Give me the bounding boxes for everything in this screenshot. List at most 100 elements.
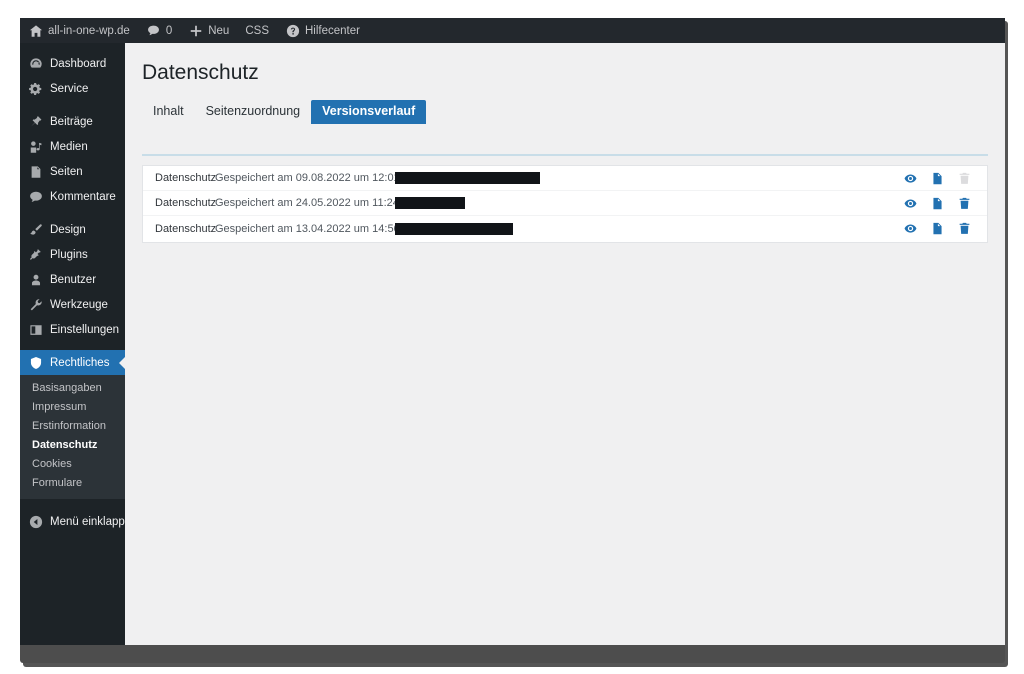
menu-separator (20, 101, 125, 109)
dashboard-gauge-icon (28, 56, 43, 71)
sidebar-item-benutzer[interactable]: Benutzer (20, 267, 125, 292)
tab-underline (142, 154, 988, 156)
page-title: Datenschutz (142, 61, 259, 84)
version-history-table: Datenschutz Gespeichert am 09.08.2022 um… (142, 165, 988, 243)
row-date: Gespeichert am 13.04.2022 um 14:56 Uhr (215, 222, 421, 235)
trash-icon (958, 172, 971, 185)
sidebar-item-design[interactable]: Design (20, 217, 125, 242)
trash-icon[interactable] (958, 197, 971, 210)
sidebar-item-seiten[interactable]: Seiten (20, 159, 125, 184)
eye-icon[interactable] (904, 222, 917, 235)
sidebar-item-einstellungen[interactable]: Einstellungen (20, 317, 125, 342)
redacted-bar (395, 172, 540, 184)
redacted-bar (395, 222, 513, 235)
sidebar-item-label: Einstellungen (50, 323, 120, 336)
sidebar-item-rechtliches[interactable]: Rechtliches (20, 350, 125, 375)
home-icon (28, 23, 43, 38)
media-icon (28, 139, 43, 154)
sidebar-item-medien[interactable]: Medien (20, 134, 125, 159)
sidebar-item-dashboard[interactable]: Dashboard (20, 51, 125, 76)
sidebar-item-label: Kommentare (50, 190, 116, 203)
collapse-menu-button[interactable]: Menü einklappen (20, 509, 138, 535)
table-row[interactable]: Datenschutz Gespeichert am 09.08.2022 um… (143, 166, 987, 191)
submenu-item-formulare[interactable]: Formulare (20, 474, 125, 493)
submenu-item-cookies[interactable]: Cookies (20, 455, 125, 474)
plug-icon (28, 247, 43, 262)
row-redacted-cell (395, 197, 904, 209)
wp-admin-bar: all-in-one-wp.de 0 Neu CSS Hilfecenter (20, 18, 1005, 43)
wrench-icon (28, 297, 43, 312)
sidebar-item-kommentare[interactable]: Kommentare (20, 184, 125, 209)
row-name: Datenschutz (155, 197, 217, 209)
sidebar-item-plugins[interactable]: Plugins (20, 242, 125, 267)
pin-icon (28, 114, 43, 129)
sidebar-item-service[interactable]: Service (20, 76, 125, 101)
page-icon (28, 164, 43, 179)
tab-seitenzuordnung[interactable]: Seitenzuordnung (195, 100, 312, 124)
adminbar-site-label: all-in-one-wp.de (48, 24, 130, 37)
gear-icon (28, 81, 43, 96)
shield-icon (28, 355, 43, 370)
adminbar-site-name[interactable]: all-in-one-wp.de (20, 18, 138, 43)
main-content: Datenschutz Inhalt Seitenzuordnung Versi… (125, 43, 1005, 645)
tab-versionsverlauf[interactable]: Versionsverlauf (311, 100, 427, 125)
trash-icon[interactable] (958, 222, 971, 235)
menu-spacer (20, 43, 125, 51)
adminbar-css[interactable]: CSS (237, 18, 277, 43)
comment-bubble-icon (28, 189, 43, 204)
sidebar-item-label: Medien (50, 140, 88, 153)
sidebar-item-label: Werkzeuge (50, 298, 108, 311)
paintbrush-icon (28, 222, 43, 237)
tab-inhalt[interactable]: Inhalt (142, 100, 195, 124)
submenu-item-basisangaben[interactable]: Basisangaben (20, 379, 125, 398)
redacted-bar (395, 197, 465, 209)
sidebar-item-beitraege[interactable]: Beiträge (20, 109, 125, 134)
table-row[interactable]: Datenschutz Gespeichert am 13.04.2022 um… (143, 216, 987, 241)
menu-separator (20, 209, 125, 217)
row-actions (904, 172, 987, 185)
adminbar-comments[interactable]: 0 (138, 18, 180, 43)
table-row[interactable]: Datenschutz Gespeichert am 24.05.2022 um… (143, 191, 987, 216)
adminbar-help-label: Hilfecenter (305, 24, 360, 37)
row-redacted-cell (395, 172, 904, 184)
user-icon (28, 272, 43, 287)
collapse-menu-label: Menü einklappen (50, 516, 138, 528)
row-date: Gespeichert am 09.08.2022 um 12:01 Uhr (215, 172, 421, 184)
sliders-icon (28, 322, 43, 337)
sidebar-item-label: Dashboard (50, 57, 107, 70)
comment-bubble-icon (146, 23, 161, 38)
sidebar-item-label: Plugins (50, 248, 88, 261)
sidebar-item-label: Benutzer (50, 273, 97, 286)
sidebar-item-label: Design (50, 223, 86, 236)
sidebar-item-label: Seiten (50, 165, 83, 178)
submenu-item-erstinformation[interactable]: Erstinformation (20, 417, 125, 436)
adminbar-help[interactable]: Hilfecenter (277, 18, 368, 43)
pdf-document-icon[interactable] (931, 222, 944, 235)
eye-icon[interactable] (904, 172, 917, 185)
arrow-left-circle-icon (28, 515, 43, 530)
row-name: Datenschutz (155, 172, 217, 184)
adminbar-new-label: Neu (208, 24, 230, 37)
adminbar-css-label: CSS (245, 24, 269, 37)
row-actions (904, 222, 987, 235)
sidebar-item-label: Beiträge (50, 115, 93, 128)
question-mark-icon (285, 23, 300, 38)
row-redacted-cell (395, 222, 904, 235)
row-name: Datenschutz (155, 222, 217, 235)
row-date: Gespeichert am 24.05.2022 um 11:24 Uhr (215, 197, 420, 209)
plus-icon (188, 23, 203, 38)
pdf-document-icon[interactable] (931, 197, 944, 210)
admin-sidebar: Dashboard Service Beiträge Medien Seiten… (20, 43, 138, 645)
row-actions (904, 197, 987, 210)
submenu-item-impressum[interactable]: Impressum (20, 398, 125, 417)
menu-separator (20, 342, 125, 350)
adminbar-new[interactable]: Neu (180, 18, 237, 43)
sidebar-submenu: Basisangaben Impressum Erstinformation D… (20, 375, 125, 499)
sidebar-item-label: Service (50, 82, 89, 95)
adminbar-comments-count: 0 (165, 24, 173, 37)
tab-bar: Inhalt Seitenzuordnung Versionsverlauf (142, 100, 1005, 125)
submenu-item-datenschutz[interactable]: Datenschutz (20, 436, 125, 455)
eye-icon[interactable] (904, 197, 917, 210)
pdf-document-icon[interactable] (931, 172, 944, 185)
sidebar-item-werkzeuge[interactable]: Werkzeuge (20, 292, 125, 317)
